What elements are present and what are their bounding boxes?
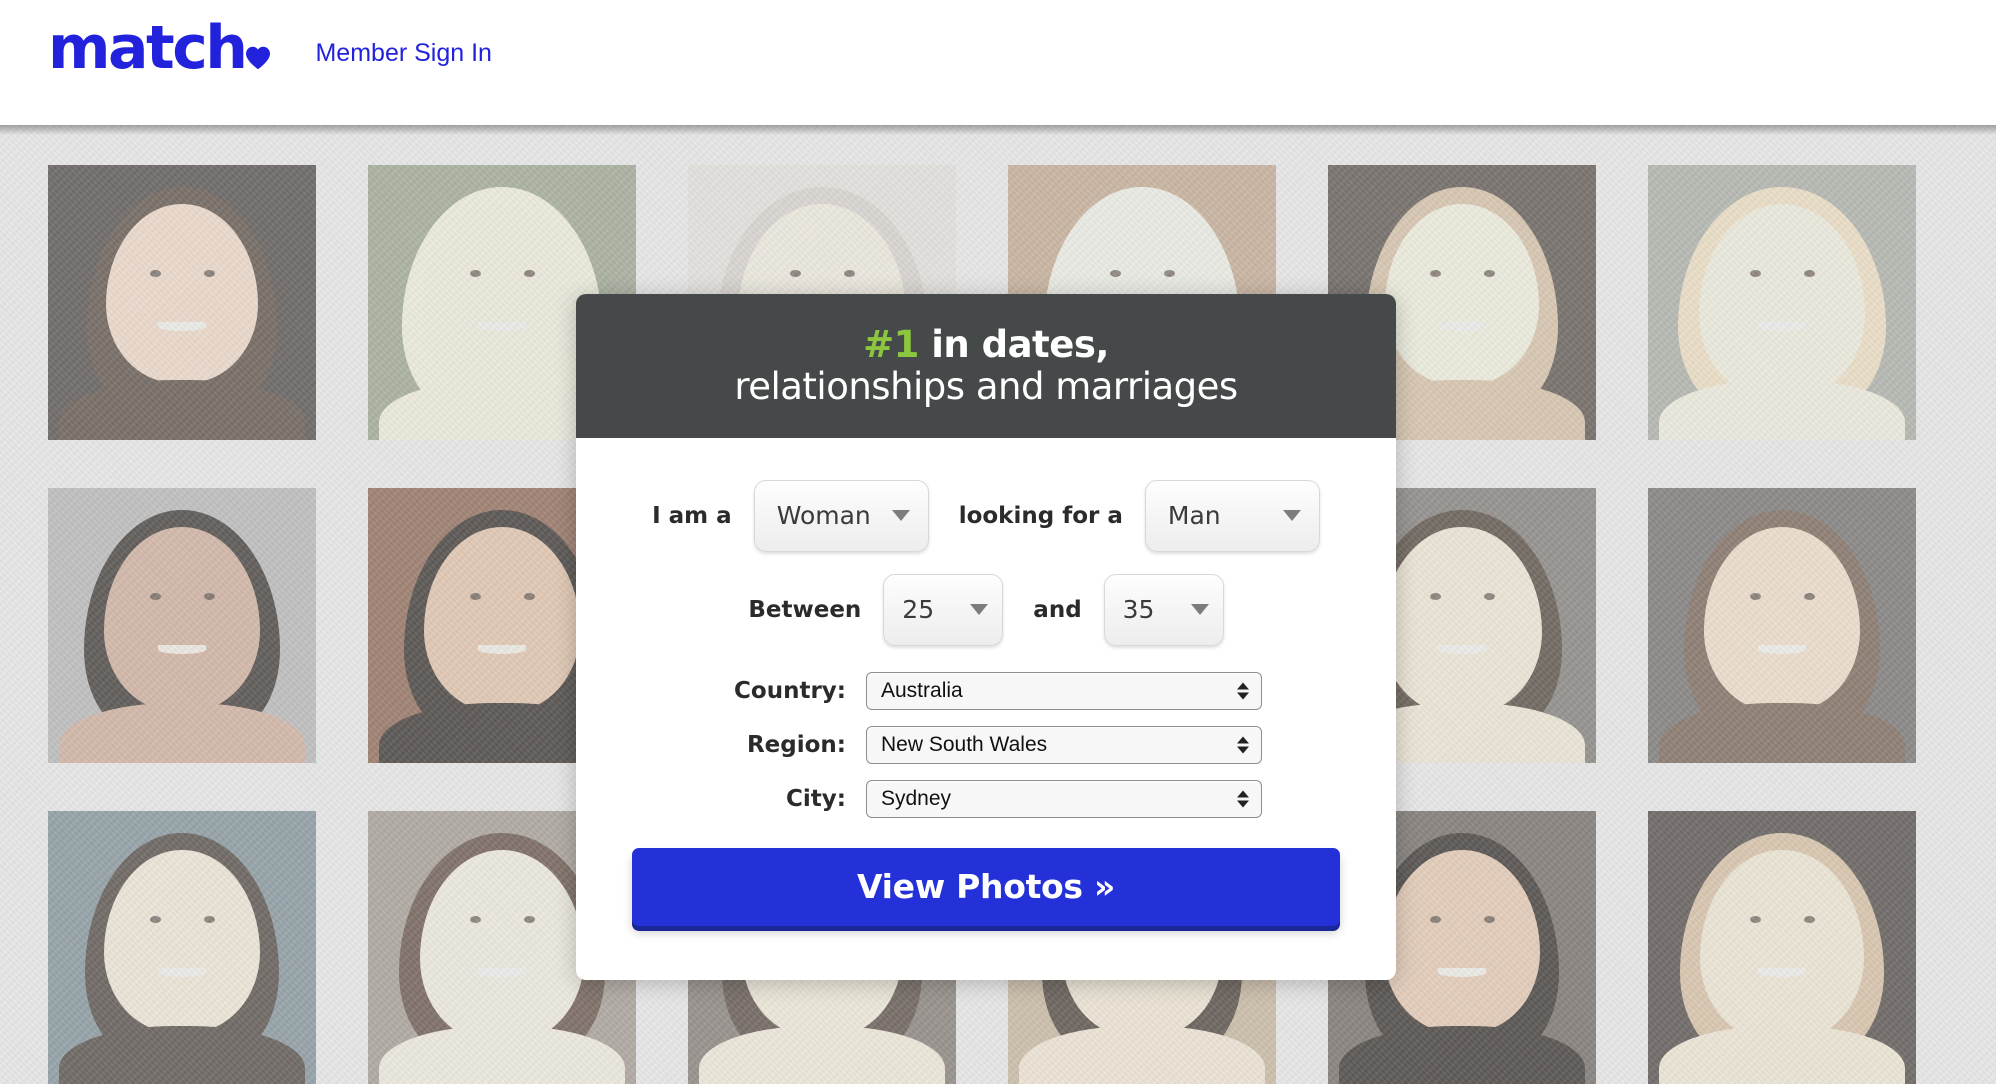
member-sign-in-link[interactable]: Member Sign In [315, 39, 491, 78]
chevron-down-icon [1190, 604, 1209, 616]
headline-rank: #1 [863, 323, 919, 366]
looking-for-value: Man [1167, 501, 1221, 531]
i-am-a-value: Woman [776, 501, 871, 531]
heart-icon [245, 20, 271, 70]
country-row: Country: Australia [632, 671, 1340, 710]
collage-photo [48, 811, 316, 1084]
region-select[interactable]: New South Wales [866, 725, 1262, 764]
city-label: City: [786, 785, 846, 812]
city-value: Sydney [881, 786, 952, 810]
spinner-arrows-icon [1237, 682, 1249, 700]
view-photos-button[interactable]: View Photos » [632, 847, 1340, 926]
chevron-down-icon [1282, 510, 1301, 522]
country-label: Country: [734, 677, 846, 704]
headline-rank-rest: in dates, [918, 323, 1109, 366]
i-am-a-select[interactable]: Woman [753, 479, 929, 552]
i-am-a-label: I am a [652, 502, 732, 529]
collage-photo [48, 488, 316, 763]
city-row: City: Sydney [632, 779, 1340, 818]
city-select[interactable]: Sydney [866, 779, 1262, 818]
age-max-select[interactable]: 35 [1103, 573, 1224, 646]
headline-line-2: relationships and marriages [734, 365, 1238, 409]
spinner-arrows-icon [1237, 790, 1249, 808]
age-min-value: 25 [902, 595, 935, 625]
chevron-down-icon [970, 604, 989, 616]
looking-for-label: looking for a [958, 502, 1123, 529]
country-select[interactable]: Australia [866, 671, 1262, 710]
logo-wordmark: match [48, 13, 248, 83]
match-logo[interactable]: match [48, 18, 271, 78]
signup-modal: #1 in dates, relationships and marriages… [576, 294, 1396, 980]
collage-photo [1648, 165, 1916, 440]
region-row: Region: New South Wales [632, 725, 1340, 764]
age-row: Between 25 and 35 [632, 573, 1340, 646]
spinner-arrows-icon [1237, 736, 1249, 754]
modal-form: I am a Woman looking for a Man Between 2… [576, 437, 1396, 980]
region-label: Region: [746, 731, 846, 758]
collage-photo [48, 165, 316, 440]
collage-photo [1648, 488, 1916, 763]
age-min-select[interactable]: 25 [883, 573, 1004, 646]
header-shadow [0, 125, 1996, 135]
chevron-down-icon [891, 510, 910, 522]
modal-headline-banner: #1 in dates, relationships and marriages [576, 294, 1396, 438]
age-max-value: 35 [1122, 595, 1155, 625]
looking-for-select[interactable]: Man [1144, 479, 1320, 552]
gender-row: I am a Woman looking for a Man [632, 479, 1340, 552]
and-label: and [1033, 596, 1082, 623]
site-header: match Member Sign In [0, 0, 1996, 125]
headline-line-1: #1 in dates, [576, 324, 1396, 365]
between-label: Between [748, 596, 862, 623]
region-value: New South Wales [881, 732, 1048, 756]
country-value: Australia [881, 678, 963, 702]
collage-photo [1648, 811, 1916, 1084]
